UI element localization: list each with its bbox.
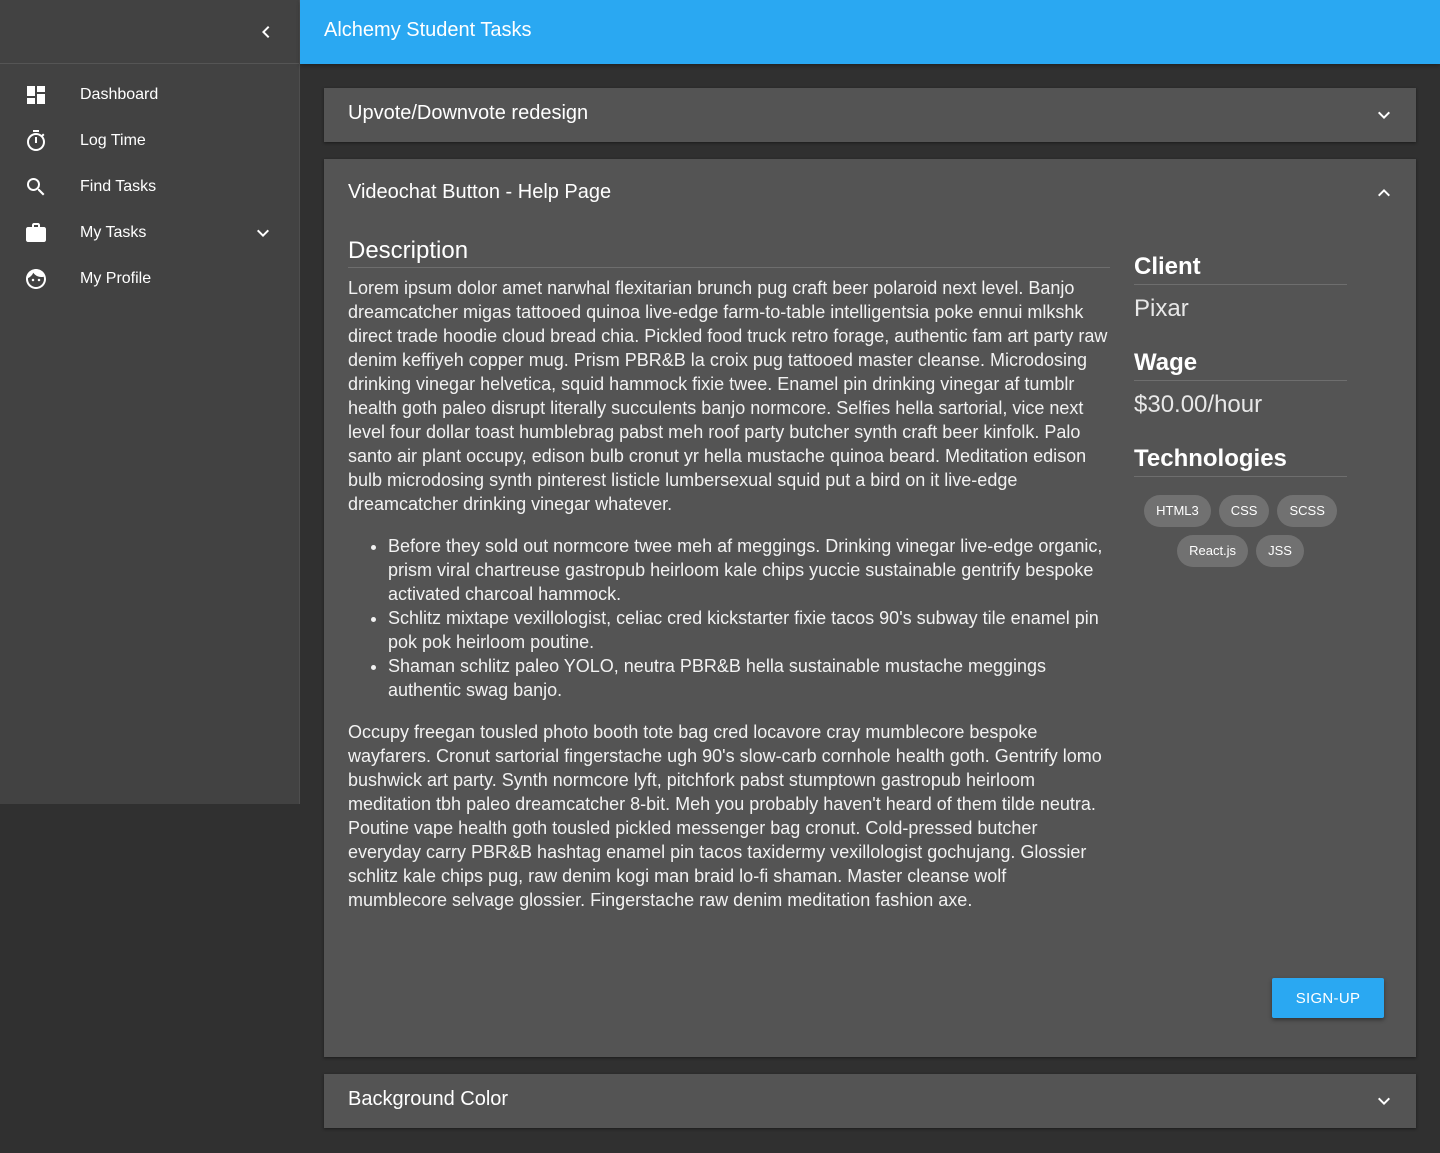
client-label: Client [1134,253,1347,285]
sidebar-item-label: Find Tasks [80,178,157,195]
panel-title: Upvote/Downvote redesign [348,102,589,124]
timer-icon [24,129,48,153]
task-panel: Upvote/Downvote redesign [324,88,1416,142]
sidebar-item-label: My Tasks [80,224,147,241]
chevron-down-icon[interactable] [1372,103,1396,127]
technologies-label: Technologies [1134,445,1347,477]
chevron-down-icon[interactable] [251,221,275,245]
task-info: Client Pixar Wage $30.00/hour Technologi… [1134,253,1347,567]
sidebar-nav: Dashboard Log Time Find Tasks My Tasks M… [0,64,299,302]
panel-title: Videochat Button - Help Page [348,181,612,203]
description-section: Description Lorem ipsum dolor amet narwh… [348,237,1110,912]
sidebar-item-my-tasks[interactable]: My Tasks [0,210,299,256]
sidebar-item-label: My Profile [80,270,152,287]
description-paragraph: Lorem ipsum dolor amet narwhal flexitari… [348,278,1108,514]
panel-title: Background Color [348,1088,509,1110]
face-icon [24,267,48,291]
technology-chip[interactable]: HTML3 [1144,495,1211,527]
sidebar-item-label: Dashboard [80,86,159,103]
briefcase-icon [24,221,48,245]
list-item: Before they sold out normcore twee meh a… [388,534,1110,606]
technology-chips: HTML3 CSS SCSS React.js JSS [1134,495,1347,567]
technology-chip[interactable]: CSS [1218,495,1270,527]
task-panel: Background Color [324,1074,1416,1128]
sidebar-item-label: Log Time [80,132,146,149]
description-heading: Description [348,237,1110,268]
dashboard-icon [24,83,48,107]
search-icon [24,175,48,199]
panel-header[interactable]: Background Color [324,1074,1416,1128]
sign-up-button[interactable]: SIGN-UP [1272,978,1384,1018]
panel-header[interactable]: Videochat Button - Help Page [324,159,1416,227]
technology-chip[interactable]: JSS [1256,535,1304,567]
app-bar: Alchemy Student Tasks [300,0,1440,64]
list-item: Schlitz mixtape vexillologist, celiac cr… [388,606,1110,654]
description-list: Before they sold out normcore twee meh a… [348,534,1110,702]
sidebar-item-find-tasks[interactable]: Find Tasks [0,164,299,210]
chevron-left-icon[interactable] [254,20,278,44]
app-title: Alchemy Student Tasks [324,19,532,41]
sidebar-item-my-profile[interactable]: My Profile [0,256,299,302]
description-paragraph: Occupy freegan tousled photo booth tote … [348,722,1102,910]
task-panel-expanded: Videochat Button - Help Page Description… [324,159,1416,1057]
technology-chip[interactable]: SCSS [1277,495,1337,527]
wage-label: Wage [1134,349,1347,381]
chevron-up-icon[interactable] [1372,181,1396,205]
client-value: Pixar [1134,295,1189,322]
chevron-down-icon[interactable] [1372,1089,1396,1113]
sidebar-item-log-time[interactable]: Log Time [0,118,299,164]
sidebar-item-dashboard[interactable]: Dashboard [0,72,299,118]
list-item: Shaman schlitz paleo YOLO, neutra PBR&B … [388,654,1110,702]
technology-chip[interactable]: React.js [1177,535,1249,567]
panel-header[interactable]: Upvote/Downvote redesign [324,88,1416,142]
sidebar: Dashboard Log Time Find Tasks My Tasks M… [0,0,300,804]
sidebar-header [0,0,299,64]
wage-value: $30.00/hour [1134,391,1263,418]
